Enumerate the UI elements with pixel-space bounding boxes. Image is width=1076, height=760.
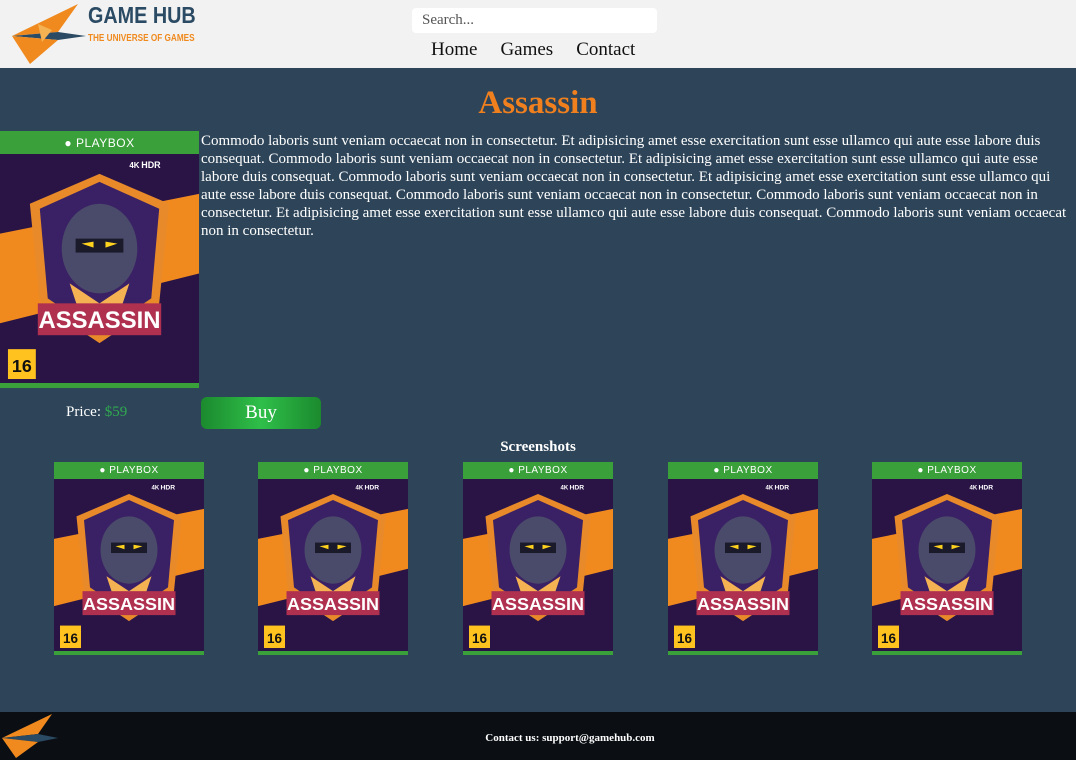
svg-text:ASSASSIN: ASSASSIN <box>901 594 993 614</box>
buy-button[interactable]: Buy <box>201 397 321 429</box>
svg-text:4K: 4K <box>152 485 160 491</box>
svg-text:ASSASSIN: ASSASSIN <box>287 594 379 614</box>
svg-text:HDR: HDR <box>775 484 790 491</box>
cover-art-image: ASSASSIN 4K HDR 16 <box>463 479 613 651</box>
svg-text:16: 16 <box>881 631 896 646</box>
nav-games[interactable]: Games <box>500 39 553 61</box>
cover-bottom-bar <box>668 651 818 655</box>
playbox-logo-icon: ● <box>303 465 314 476</box>
cover-brand-label: PLAYBOX <box>75 135 135 150</box>
svg-text:4K: 4K <box>129 161 139 170</box>
cover-brand-bar: ● PLAYBOX <box>668 462 818 479</box>
svg-text:ASSASSIN: ASSASSIN <box>38 307 160 334</box>
game-description: Commodo laboris sunt veniam occaecat non… <box>201 133 1067 239</box>
svg-text:16: 16 <box>12 356 32 376</box>
cover-brand-label: PLAYBOX <box>723 465 773 476</box>
svg-text:ASSASSIN: ASSASSIN <box>492 594 584 614</box>
cover-brand-bar: ● PLAYBOX <box>258 462 408 479</box>
cover-brand-bar: ● PLAYBOX <box>54 462 204 479</box>
screenshot-thumbnail[interactable]: ● PLAYBOX ASSASSIN 4K HDR 16 <box>872 462 1022 655</box>
svg-text:4K: 4K <box>970 485 978 491</box>
logo-subtitle: THE UNIVERSE OF GAMES <box>88 33 195 44</box>
screenshot-thumbnail[interactable]: ● PLAYBOX ASSASSIN 4K HDR 16 <box>668 462 818 655</box>
cover-brand-bar: ● PLAYBOX <box>463 462 613 479</box>
cover-brand-label: PLAYBOX <box>313 465 363 476</box>
footer-contact: Contact us: support@gamehub.com <box>485 732 655 744</box>
main-nav: Home Games Contact <box>431 39 635 61</box>
svg-text:HDR: HDR <box>141 160 161 170</box>
svg-text:4K: 4K <box>766 485 774 491</box>
svg-text:16: 16 <box>677 631 692 646</box>
nav-home[interactable]: Home <box>431 39 477 61</box>
svg-text:4K: 4K <box>356 485 364 491</box>
screenshot-thumbnail[interactable]: ● PLAYBOX ASSASSIN 4K HDR 16 <box>258 462 408 655</box>
cover-art-image: ASSASSIN 4K HDR 16 <box>258 479 408 651</box>
svg-text:HDR: HDR <box>979 484 994 491</box>
cover-bottom-bar <box>872 651 1022 655</box>
screenshot-thumbnail[interactable]: ● PLAYBOX ASSASSIN 4K HDR 16 <box>54 462 204 655</box>
cover-bottom-bar <box>0 383 199 388</box>
cover-bottom-bar <box>463 651 613 655</box>
site-footer: Contact us: support@gamehub.com <box>0 712 1076 760</box>
svg-text:16: 16 <box>472 631 487 646</box>
screenshot-thumbnail[interactable]: ● PLAYBOX ASSASSIN 4K HDR 16 <box>463 462 613 655</box>
svg-text:HDR: HDR <box>570 484 585 491</box>
cover-art-image: ASSASSIN 4K HDR 16 <box>872 479 1022 651</box>
svg-text:16: 16 <box>63 631 78 646</box>
cover-brand-label: PLAYBOX <box>109 465 159 476</box>
jet-logo-icon <box>12 4 86 64</box>
svg-text:HDR: HDR <box>365 484 380 491</box>
playbox-logo-icon: ● <box>508 465 519 476</box>
game-cover: ● PLAYBOX ASSASSIN 4K HDR 16 <box>0 131 199 388</box>
cover-art-image: ASSASSIN 4K HDR 16 <box>0 154 199 383</box>
playbox-logo-icon: ● <box>713 465 724 476</box>
game-title: Assassin <box>478 85 598 121</box>
playbox-logo-icon: ● <box>917 465 928 476</box>
svg-text:HDR: HDR <box>161 484 176 491</box>
site-logo[interactable]: GAME HUB THE UNIVERSE OF GAMES <box>8 2 196 66</box>
price-label: Price: <box>66 404 101 420</box>
cover-brand-label: PLAYBOX <box>927 465 977 476</box>
price: Price: $59 <box>66 404 127 421</box>
price-value: $59 <box>104 404 128 420</box>
cover-brand-bar: ● PLAYBOX <box>0 131 199 154</box>
logo-title: GAME HUB <box>88 2 196 28</box>
svg-text:16: 16 <box>267 631 282 646</box>
cover-bottom-bar <box>258 651 408 655</box>
nav-contact[interactable]: Contact <box>576 39 635 61</box>
svg-text:4K: 4K <box>561 485 569 491</box>
site-header: GAME HUB THE UNIVERSE OF GAMES Home Game… <box>0 0 1076 68</box>
svg-text:ASSASSIN: ASSASSIN <box>697 594 789 614</box>
cover-bottom-bar <box>54 651 204 655</box>
svg-text:ASSASSIN: ASSASSIN <box>83 594 175 614</box>
cover-art-image: ASSASSIN 4K HDR 16 <box>668 479 818 651</box>
playbox-logo-icon: ● <box>99 465 110 476</box>
search-input[interactable] <box>412 8 657 33</box>
cover-brand-bar: ● PLAYBOX <box>872 462 1022 479</box>
playbox-logo-icon: ● <box>64 135 76 150</box>
cover-art-image: ASSASSIN 4K HDR 16 <box>54 479 204 651</box>
screenshots-heading: Screenshots <box>500 439 576 455</box>
cover-brand-label: PLAYBOX <box>518 465 568 476</box>
